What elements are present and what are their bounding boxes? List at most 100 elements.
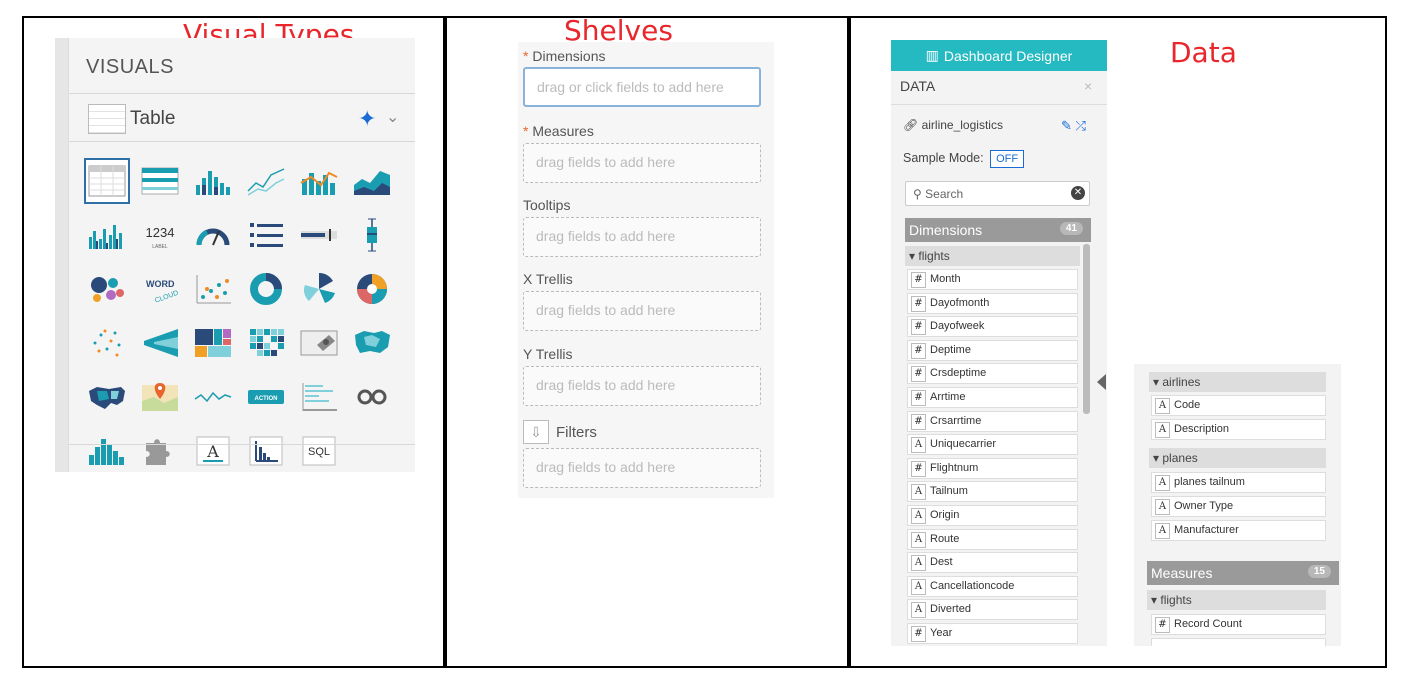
data-panel: ▥ Dashboard Designer DATA × 🔗︎ airline_l… — [891, 40, 1107, 646]
visuals-left-strip — [55, 38, 68, 472]
data-annotation: Data — [1170, 36, 1237, 69]
line-chart-icon[interactable] — [243, 158, 289, 204]
measures-label: Measures — [1151, 565, 1213, 581]
chevron-down-icon[interactable]: ⌄ — [386, 107, 399, 127]
field-item[interactable]: A Cancellationcode — [907, 575, 1078, 597]
grouped-bar-icon[interactable] — [84, 212, 130, 258]
numeric-type-icon: # — [911, 319, 926, 336]
radial-icon[interactable] — [296, 266, 342, 312]
bar-chart-icon[interactable] — [190, 158, 236, 204]
x-trellis-shelf-dropzone[interactable]: drag fields to add here — [523, 291, 761, 331]
field-item[interactable]: # Month — [907, 269, 1078, 290]
measures-count-badge: 15 — [1307, 565, 1331, 578]
geo-map-icon[interactable] — [137, 374, 183, 420]
field-item[interactable]: A Code — [1151, 395, 1326, 416]
combo-bar-line-icon[interactable] — [296, 158, 342, 204]
y-trellis-shelf-dropzone[interactable]: drag fields to add here — [523, 366, 761, 406]
group-header-measures-flights[interactable]: ▾ flights — [1147, 590, 1326, 610]
field-item[interactable]: # Record Count — [1151, 614, 1326, 635]
field-item[interactable]: # Dayofweek — [907, 316, 1078, 338]
measures-shelf-dropzone[interactable]: drag fields to add here — [523, 143, 761, 183]
filters-shelf-label: Filters — [556, 424, 597, 441]
field-item[interactable]: A Tailnum — [907, 481, 1078, 503]
caret-down-icon: ▾ — [1153, 451, 1160, 465]
dashboard-designer-header[interactable]: ▥ Dashboard Designer — [891, 40, 1107, 71]
field-item[interactable]: A Manufacturer — [1151, 520, 1326, 541]
action-icon[interactable]: ACTION — [243, 374, 289, 420]
field-name: Dest — [930, 556, 953, 569]
field-item[interactable]: A Uniquecarrier — [907, 434, 1078, 456]
visual-type-selector[interactable]: Table ✦ ⌄ — [86, 102, 401, 136]
box-plot-icon[interactable] — [349, 212, 395, 258]
field-item[interactable]: # Year — [907, 623, 1078, 644]
field-item[interactable]: Aplanes tailnum — [1151, 472, 1326, 493]
field-item[interactable]: # Arrtime — [907, 387, 1078, 408]
group-header-flights[interactable]: ▾ flights — [905, 246, 1080, 266]
scatter-icon[interactable] — [190, 266, 236, 312]
sparkline-icon[interactable] — [190, 374, 236, 420]
kpi-icon[interactable]: 1234 LABEL — [137, 212, 183, 258]
field-name: planes tailnum — [1174, 476, 1245, 488]
measures-header[interactable]: Measures 15 — [1147, 561, 1339, 585]
filters-shelf-dropzone[interactable]: drag fields to add here — [523, 448, 761, 488]
filters-icon[interactable]: ⇩ — [523, 420, 549, 444]
trellis-icon[interactable] — [243, 428, 289, 474]
cross-tab-icon[interactable] — [137, 158, 183, 204]
search-input[interactable]: ⚲ Search — [905, 181, 1090, 206]
list-icon[interactable] — [243, 212, 289, 258]
treemap-icon[interactable] — [190, 320, 236, 366]
network-icon[interactable] — [84, 320, 130, 366]
heatmap-icon[interactable] — [243, 320, 289, 366]
group-header-planes[interactable]: ▾ planes — [1149, 448, 1326, 468]
collapse-panel-icon[interactable] — [1097, 374, 1106, 390]
table-icon[interactable] — [84, 158, 130, 204]
string-type-icon: A — [911, 602, 926, 619]
sql-icon[interactable]: SQL — [296, 428, 342, 474]
dimensions-shelf-dropzone[interactable]: drag or click fields to add here — [523, 67, 761, 107]
gauge-icon[interactable] — [190, 212, 236, 258]
field-item[interactable]: # Deptime — [907, 339, 1078, 361]
clear-search-icon[interactable]: ✕ — [1071, 186, 1085, 200]
histogram-icon[interactable] — [84, 428, 130, 474]
map-icon[interactable] — [349, 320, 395, 366]
field-item[interactable]: A Owner Type — [1151, 496, 1326, 517]
group-name: flights — [918, 249, 950, 263]
text-icon[interactable]: A — [190, 428, 236, 474]
edit-pencil-icon[interactable]: ✎ — [1061, 118, 1072, 133]
visuals-panel: VISUALS Table ✦ ⌄ 1234 LABEL WORD CLOUD … — [68, 38, 415, 472]
us-map-icon[interactable] — [84, 374, 130, 420]
image-icon[interactable] — [296, 320, 342, 366]
rich-text-icon[interactable] — [296, 374, 342, 420]
group-header-airlines[interactable]: ▾ airlines — [1149, 372, 1326, 392]
fields-scrollbar[interactable] — [1083, 244, 1090, 414]
area-chart-icon[interactable] — [349, 158, 395, 204]
change-dataset-icon[interactable]: ⤮ — [1076, 118, 1086, 133]
field-item[interactable]: # Crsarrtime — [907, 410, 1078, 432]
funnel-icon[interactable] — [137, 320, 183, 366]
tooltips-shelf-dropzone[interactable]: drag fields to add here — [523, 217, 761, 257]
numeric-type-icon: # — [1155, 617, 1170, 633]
field-item[interactable]: # Dayofmonth — [907, 292, 1078, 314]
field-item[interactable]: A Description — [1151, 419, 1326, 440]
close-icon[interactable]: × — [1084, 78, 1092, 94]
sunburst-icon[interactable] — [349, 266, 395, 312]
bullet-icon[interactable] — [296, 212, 342, 258]
chord-icon[interactable] — [349, 374, 395, 420]
donut-icon[interactable] — [243, 266, 289, 312]
field-item[interactable]: A Route — [907, 528, 1078, 550]
field-item[interactable]: # Crsdeptime — [907, 363, 1078, 385]
field-item[interactable]: A Origin — [907, 505, 1078, 526]
extension-icon[interactable] — [137, 428, 183, 474]
sample-mode-toggle[interactable]: OFF — [990, 150, 1025, 168]
search-icon: ⚲ — [913, 187, 922, 201]
explore-visuals-icon[interactable]: ✦ — [358, 106, 376, 132]
dimensions-header[interactable]: Dimensions 41 — [905, 218, 1091, 242]
visual-types-grid: 1234 LABEL WORD CLOUD ACTION A SQL — [84, 158, 395, 474]
word-cloud-icon[interactable]: WORD CLOUD — [137, 266, 183, 312]
field-item[interactable]: A Diverted — [907, 599, 1078, 621]
numeric-type-icon: # — [911, 366, 926, 383]
field-item[interactable]: # Flightnum — [907, 457, 1078, 479]
field-item-partial[interactable] — [1151, 638, 1326, 646]
packed-bubbles-icon[interactable] — [84, 266, 130, 312]
field-item[interactable]: A Dest — [907, 552, 1078, 574]
